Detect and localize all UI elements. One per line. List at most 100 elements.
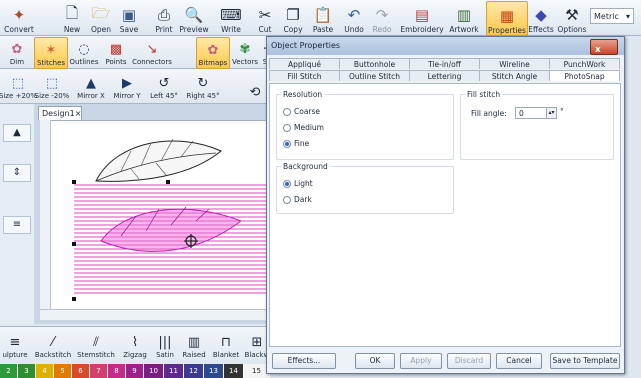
print-preview-icon: 🔍 [184, 6, 204, 24]
stitches-button[interactable]: ✶ Stitches [34, 37, 68, 69]
raised-icon: ▥ [187, 335, 201, 350]
palette-color-2[interactable]: 2 [0, 364, 18, 378]
palette-color-13[interactable]: 13 [204, 364, 224, 378]
close-icon[interactable]: × [75, 109, 82, 118]
stitch-backstitch[interactable]: ⁄ Backstitch [34, 330, 72, 360]
save-to-template-button[interactable]: Save to Template [550, 353, 620, 369]
mirror-y-button[interactable]: ▶ Mirror Y [110, 71, 144, 101]
tab-wireline[interactable]: Wireline [479, 58, 550, 69]
undo-button[interactable]: ↶ Undo [342, 1, 366, 34]
properties-icon: ▦ [499, 7, 515, 25]
background-light-radio[interactable]: Light [283, 179, 313, 188]
photosnap-pane: Resolution Coarse Medium Fine Fill stitc… [269, 83, 621, 347]
tab-stitch-angle[interactable]: Stitch Angle [479, 70, 550, 81]
stitch-stemstitch[interactable]: ⫽ Stemstitch [76, 330, 116, 360]
cut-button[interactable]: ✂ Cut [254, 1, 276, 34]
paste-button[interactable]: 📋 Paste [310, 1, 336, 34]
embroidery-icon: ▤ [414, 6, 430, 24]
tab-applique[interactable]: Appliqué [269, 58, 340, 69]
redo-button[interactable]: ↷ Redo [370, 1, 394, 34]
palette-color-7[interactable]: 7 [90, 364, 108, 378]
effects-dialog-button[interactable]: Effects... [272, 353, 336, 369]
resolution-coarse-radio[interactable]: Coarse [283, 107, 320, 116]
spinner-arrows-icon[interactable]: ▴▾ [546, 108, 556, 118]
points-button[interactable]: ▩ Points [102, 37, 130, 67]
vectors-button[interactable]: ✾ Vectors [230, 37, 260, 67]
palette-color-10[interactable]: 10 [144, 364, 164, 378]
palette-color-14[interactable]: 14 [224, 364, 244, 378]
tab-tie-in-off[interactable]: Tie-in/off [409, 58, 480, 69]
radio-icon [283, 107, 291, 116]
outlines-button[interactable]: ◌ Outlines [68, 37, 100, 67]
connectors-button[interactable]: ↘ Connectors [132, 37, 172, 67]
units-select[interactable]: Metric ▾ [590, 8, 634, 24]
tab-lettering[interactable]: Lettering [409, 70, 480, 81]
convert-button[interactable]: ✦ Convert [4, 1, 34, 34]
embroidery-button[interactable]: ▤ Embroidery [400, 1, 443, 34]
apply-button[interactable]: Apply [400, 353, 442, 369]
effects-button[interactable]: ◆ Effects [528, 1, 554, 34]
vectors-icon: ✾ [239, 42, 251, 57]
open-button[interactable]: 🗁 Open [89, 1, 113, 35]
dialog-close-button[interactable]: x [590, 39, 618, 55]
stitch-blanket[interactable]: ⊓ Blanket [210, 330, 242, 360]
vertical-scrollbar[interactable] [40, 120, 51, 310]
print-button[interactable]: ⎙ Print [152, 1, 176, 34]
scroll-up-tool[interactable]: ▲ [3, 124, 31, 142]
options-button[interactable]: ⚒ Options [558, 1, 587, 34]
background-group: Background Light Dark [276, 162, 454, 214]
size-plus-button[interactable]: ⬚ Size +20% [0, 71, 37, 101]
view-toolbar: ✿ Dim ✶ Stitches ◌ Outlines ▩ Points ↘ Connec… [0, 36, 270, 69]
tab-punchwork[interactable]: PunchWork [549, 58, 620, 69]
bitmaps-button[interactable]: ✿ Bitmaps [196, 37, 230, 69]
close-icon: x [595, 45, 601, 55]
mirror-x-button[interactable]: ▲ Mirror X [74, 71, 108, 101]
properties-button[interactable]: ▦ Properties [486, 1, 528, 36]
resolution-fine-radio[interactable]: Fine [283, 139, 309, 148]
stitch-satin[interactable]: ||| Satin [152, 330, 178, 360]
stitch-zigzag[interactable]: ⌇ Zigzag [120, 330, 150, 360]
rotate-more-button[interactable]: ⟲ [246, 71, 264, 101]
palette-color-6[interactable]: 6 [72, 364, 90, 378]
resolution-title: Resolution [281, 90, 325, 99]
palette-color-9[interactable]: 9 [126, 364, 144, 378]
cancel-button[interactable]: Cancel [496, 353, 542, 369]
palette-color-5[interactable]: 5 [54, 364, 72, 378]
paste-icon: 📋 [313, 6, 333, 24]
preview-button[interactable]: 🔍 Preview [179, 1, 209, 34]
rotate-right-button[interactable]: ↻ Right 45° [184, 71, 222, 101]
new-button[interactable]: 🗋 New [60, 1, 84, 35]
design-canvas[interactable] [40, 120, 272, 312]
copy-button[interactable]: ❐ Copy [281, 1, 305, 34]
blanket-icon: ⊓ [220, 335, 232, 350]
stitch-sculpture[interactable]: ≡ ulpture [0, 330, 30, 360]
ok-button[interactable]: OK [355, 353, 395, 369]
palette-color-3[interactable]: 3 [18, 364, 36, 378]
size-minus-button[interactable]: ⬚ Size -20% [35, 71, 70, 101]
radio-icon [283, 195, 291, 204]
align-tool[interactable]: ≡ [3, 216, 31, 234]
palette-color-4[interactable]: 4 [36, 364, 54, 378]
tab-fill-stitch[interactable]: Fill Stitch [269, 70, 340, 81]
tab-buttonhole[interactable]: Buttonhole [339, 58, 410, 69]
artwork-button[interactable]: ▥ Artwork [446, 1, 482, 34]
background-dark-radio[interactable]: Dark [283, 195, 312, 204]
save-button[interactable]: ▣ Save [117, 1, 141, 34]
dialog-titlebar[interactable]: Object Properties x [267, 37, 624, 55]
palette-color-8[interactable]: 8 [108, 364, 126, 378]
stitch-raised[interactable]: ▥ Raised [180, 330, 208, 360]
tab-photosnap[interactable]: PhotoSnap [549, 70, 620, 81]
horizontal-scrollbar[interactable] [40, 309, 270, 320]
palette-color-12[interactable]: 12 [184, 364, 204, 378]
rotate-left-button[interactable]: ↺ Left 45° [146, 71, 182, 101]
resolution-medium-radio[interactable]: Medium [283, 123, 324, 132]
discard-button[interactable]: Discard [447, 353, 491, 369]
palette-color-11[interactable]: 11 [164, 364, 184, 378]
move-tool[interactable]: ⇕ [3, 164, 31, 182]
document-tab[interactable]: Design1 × [38, 106, 82, 120]
dim-button[interactable]: ✿ Dim [2, 37, 32, 67]
write-button[interactable]: ⌨ Write [218, 1, 244, 34]
tab-outline-stitch[interactable]: Outline Stitch [339, 70, 410, 81]
scissors-icon: ✂ [258, 6, 272, 24]
fill-angle-input[interactable]: 0 ▴▾ [515, 107, 557, 119]
